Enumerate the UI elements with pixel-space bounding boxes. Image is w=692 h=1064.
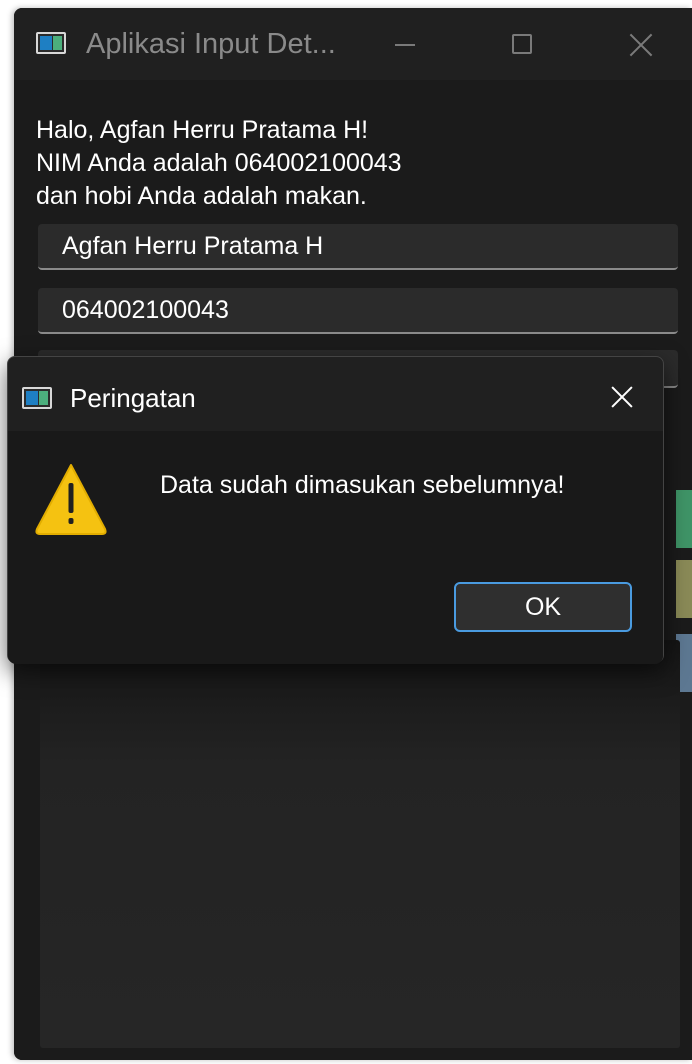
close-button[interactable] (606, 20, 676, 68)
maximize-button[interactable] (488, 20, 558, 68)
greeting-line-1: Halo, Agfan Herru Pratama H! (36, 116, 369, 144)
app-window-icon (36, 32, 66, 54)
dialog-app-icon (22, 387, 52, 409)
window-title: Aplikasi Input Det... (86, 28, 336, 60)
close-icon (608, 383, 636, 411)
minimize-button[interactable] (371, 20, 441, 68)
warning-triangle-icon (35, 464, 107, 535)
nim-input[interactable]: 064002100043 (38, 288, 678, 334)
dialog-close-button[interactable] (600, 375, 644, 419)
nama-input[interactable]: Agfan Herru Pratama H (38, 224, 678, 270)
greeting-line-3: dan hobi Anda adalah makan. (36, 182, 367, 210)
submit-button[interactable] (676, 490, 692, 548)
maximize-icon (512, 34, 532, 54)
dialog-title: Peringatan (70, 383, 196, 413)
dialog-message: Data sudah dimasukan sebelumnya! (160, 471, 565, 499)
warning-dialog: Peringatan Data sudah dimasukan sebelumn… (7, 356, 664, 664)
ok-button[interactable]: OK (454, 582, 632, 632)
close-icon (626, 30, 656, 60)
minimize-icon (395, 44, 415, 46)
title-bar[interactable]: Aplikasi Input Det... (14, 8, 692, 80)
greeting-label: Halo, Agfan Herru Pratama H! NIM Anda ad… (36, 114, 402, 213)
secondary-button[interactable] (676, 560, 692, 618)
greeting-line-2: NIM Anda adalah 064002100043 (36, 149, 402, 177)
dialog-body: Data sudah dimasukan sebelumnya! OK (8, 431, 663, 664)
output-list[interactable] (40, 640, 680, 1048)
